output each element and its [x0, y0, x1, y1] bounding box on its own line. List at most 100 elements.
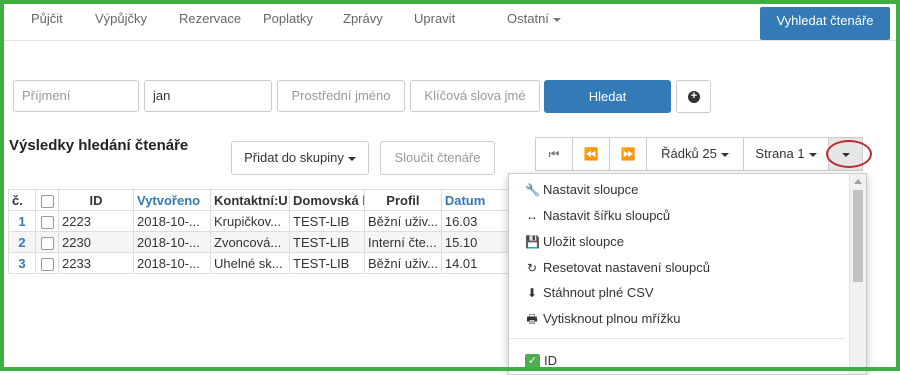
cell-created: 2018-10-... — [133, 252, 211, 274]
nav-checkout[interactable]: Půjčit — [31, 4, 63, 40]
prev-page-icon[interactable]: ⏪ — [572, 137, 610, 171]
table-row[interactable]: 1 2223 2018-10-... Krupičkov... TEST-LIB… — [8, 210, 509, 232]
menu-item-label: Nastavit šířku sloupců — [543, 208, 671, 223]
search-submit-button[interactable]: Hledat — [544, 80, 671, 113]
row-select-cell — [35, 210, 59, 232]
scrollbar-thumb[interactable] — [853, 190, 863, 282]
merge-patrons-button[interactable]: Sloučit čtenáře — [380, 141, 495, 175]
column-toggle-label: ID — [544, 353, 557, 368]
menu-item-reset-columns[interactable]: ↻ Resetovat nastavení sloupců — [525, 258, 710, 278]
col-created[interactable]: Vytvořeno — [133, 189, 211, 211]
add-to-group-button[interactable]: Přidat do skupiny — [231, 141, 369, 175]
row-select-cell — [35, 252, 59, 274]
nav-holds[interactable]: Rezervace — [179, 4, 241, 40]
table-header-row: č. ID Vytvořeno Kontaktní:U Domovská k P… — [8, 189, 509, 211]
surname-input[interactable]: Příjmení — [13, 80, 139, 112]
highlight-annotation — [826, 140, 872, 168]
resize-horizontal-icon: ↔ — [526, 209, 538, 223]
page-select[interactable]: Strana 1 — [743, 137, 829, 171]
nav-other[interactable]: Ostatní — [507, 4, 561, 40]
top-nav: Půjčit Výpůjčky Rezervace Poplatky Zpráv… — [4, 4, 896, 41]
col-date[interactable]: Datum — [440, 189, 509, 211]
middle-name-input[interactable]: Prostřední jméno — [277, 80, 405, 112]
keywords-input[interactable]: Klíčová slova jmé — [410, 80, 540, 112]
nav-messages[interactable]: Zprávy — [343, 4, 383, 40]
add-search-field-button[interactable]: + — [676, 80, 711, 113]
menu-column-toggle-id[interactable]: ✓ ID — [525, 351, 557, 371]
chevron-down-icon — [720, 152, 729, 157]
scroll-up-icon[interactable] — [854, 179, 862, 184]
checkmark-icon: ✓ — [525, 354, 540, 370]
menu-item-label: Stáhnout plné CSV — [543, 285, 654, 300]
select-all-checkbox[interactable] — [40, 194, 54, 208]
results-table: č. ID Vytvořeno Kontaktní:U Domovská k P… — [8, 189, 509, 274]
menu-item-print-grid[interactable]: 🖶 Vytisknout plnou mřížku — [525, 309, 681, 329]
cell-profile: Interní čte... — [364, 231, 442, 253]
cell-profile: Běžní uživ... — [364, 210, 442, 232]
col-id[interactable]: ID — [58, 189, 134, 211]
menu-scrollbar[interactable] — [849, 174, 866, 374]
cell-contact: Uhelné sk... — [210, 252, 290, 274]
results-title: Výsledky hledání čtenáře — [9, 137, 189, 154]
menu-item-set-column-widths[interactable]: ↔ Nastavit šířku sloupců — [525, 206, 670, 226]
cell-date: 14.01 — [440, 252, 509, 274]
cell-home-library: TEST-LIB — [289, 210, 365, 232]
cell-home-library: TEST-LIB — [289, 252, 365, 274]
cell-id: 2223 — [58, 210, 134, 232]
cell-contact: Zvoncová... — [210, 231, 290, 253]
nav-edit[interactable]: Upravit — [414, 4, 455, 40]
cell-date: 15.10 — [440, 231, 509, 253]
table-row[interactable]: 3 2233 2018-10-... Uhelné sk... TEST-LIB… — [8, 252, 509, 274]
rows-per-page-label: Řádků 25 — [661, 146, 717, 161]
menu-item-label: Nastavit sloupce — [543, 182, 639, 197]
menu-item-label: Vytisknout plnou mřížku — [543, 311, 681, 326]
row-number: 1 — [8, 210, 36, 232]
wrench-icon: 🔧 — [525, 183, 540, 197]
search-patron-button[interactable]: Vyhledat čtenáře — [760, 7, 890, 40]
row-checkbox[interactable] — [40, 236, 54, 250]
col-number[interactable]: č. — [8, 189, 36, 211]
cell-id: 2230 — [58, 231, 134, 253]
next-page-icon[interactable]: ⏩ — [609, 137, 647, 171]
cell-created: 2018-10-... — [133, 210, 211, 232]
cell-contact: Krupičkov... — [210, 210, 290, 232]
first-page-icon[interactable]: ⏮ — [535, 137, 573, 171]
menu-item-label: Uložit sloupce — [543, 234, 624, 249]
cell-date: 16.03 — [440, 210, 509, 232]
menu-item-save-columns[interactable]: 💾 Uložit sloupce — [525, 232, 624, 252]
col-contact[interactable]: Kontaktní:U — [210, 189, 290, 211]
row-number: 3 — [8, 252, 36, 274]
nav-other-label: Ostatní — [507, 11, 549, 26]
grid-options-menu: 🔧 Nastavit sloupce ↔ Nastavit šířku sloupc… — [508, 173, 867, 375]
row-number: 2 — [8, 231, 36, 253]
menu-item-label: Resetovat nastavení sloupců — [543, 260, 710, 275]
nav-fees[interactable]: Poplatky — [263, 4, 313, 40]
col-home-library[interactable]: Domovská k — [289, 189, 365, 211]
chevron-down-icon — [808, 152, 817, 157]
download-icon: ⬇ — [526, 286, 538, 300]
cell-id: 2233 — [58, 252, 134, 274]
page-label: Strana 1 — [755, 146, 805, 161]
cell-profile: Běžní uživ... — [364, 252, 442, 274]
refresh-icon: ↻ — [526, 261, 538, 275]
menu-divider — [509, 338, 844, 339]
menu-item-download-csv[interactable]: ⬇ Stáhnout plné CSV — [525, 283, 654, 303]
plus-circle-icon: + — [688, 91, 700, 103]
save-icon: 💾 — [525, 235, 540, 249]
print-icon: 🖶 — [526, 312, 538, 326]
table-row[interactable]: 2 2230 2018-10-... Zvoncová... TEST-LIB … — [8, 231, 509, 253]
first-name-input[interactable]: jan — [144, 80, 272, 112]
row-checkbox[interactable] — [40, 257, 54, 271]
chevron-down-icon — [347, 156, 356, 161]
cell-created: 2018-10-... — [133, 231, 211, 253]
rows-per-page-select[interactable]: Řádků 25 — [646, 137, 744, 171]
col-select-all[interactable] — [35, 189, 59, 211]
chevron-down-icon — [552, 17, 561, 22]
nav-loans[interactable]: Výpůjčky — [95, 4, 147, 40]
menu-item-set-columns[interactable]: 🔧 Nastavit sloupce — [525, 180, 638, 200]
add-to-group-label: Přidat do skupiny — [244, 150, 344, 165]
row-select-cell — [35, 231, 59, 253]
row-checkbox[interactable] — [40, 215, 54, 229]
col-profile[interactable]: Profil — [364, 189, 442, 211]
cell-home-library: TEST-LIB — [289, 231, 365, 253]
